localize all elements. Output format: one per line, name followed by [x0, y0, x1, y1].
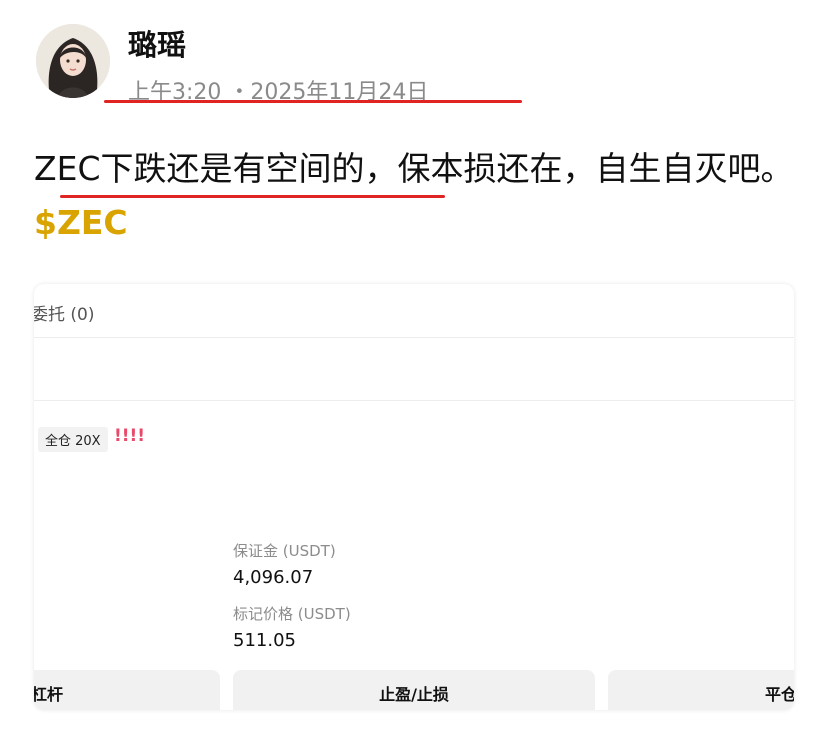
text-underline-annotation — [60, 195, 445, 198]
leverage-button[interactable]: 杠杆 — [34, 670, 220, 710]
avatar-portrait-icon — [36, 24, 110, 98]
margin-mode-badge: 全仓 20X — [38, 427, 108, 452]
close-button-label: 平仓 — [764, 685, 794, 704]
author-avatar[interactable] — [36, 24, 110, 98]
margin-value: 4,096.07 — [233, 567, 314, 588]
mark-price-value: 511.05 — [233, 630, 296, 651]
ticker-link[interactable]: $ZEC — [34, 203, 128, 242]
mark-price-label: 标记价格 (USDT) — [233, 605, 351, 623]
orders-tab[interactable]: 委托 (0) — [34, 300, 94, 325]
warning-marks: !!!! — [114, 426, 146, 446]
leverage-button-label: 杠杆 — [34, 685, 63, 704]
margin-label: 保证金 (USDT) — [233, 542, 336, 560]
tp-sl-button-label: 止盈/止损 — [379, 685, 449, 704]
divider — [34, 400, 794, 401]
trading-screenshot: 委托 (0) 全仓 20X !!!! 保证金 (USDT) 4,096.07 标… — [34, 284, 794, 710]
author-name[interactable]: 璐瑶 — [128, 22, 186, 64]
timestamp-underline-annotation — [104, 100, 522, 103]
close-position-button[interactable]: 平仓 — [608, 670, 794, 710]
divider — [34, 337, 794, 338]
tp-sl-button[interactable]: 止盈/止损 — [233, 670, 595, 710]
post-text-main: ZEC下跌还是有空间的，保本损还在，自生自灭吧。 — [34, 149, 794, 188]
